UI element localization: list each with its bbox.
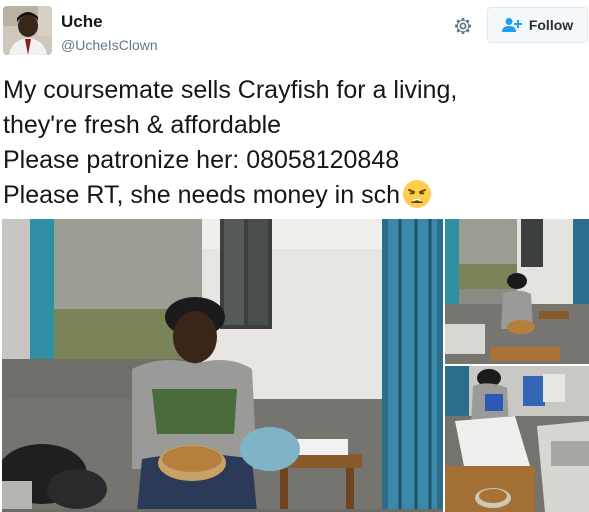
profile-photo xyxy=(3,6,52,55)
tweet-text: My coursemate sells Crayfish for a livin… xyxy=(3,73,587,213)
tweet-line: Please RT, she needs money in sch xyxy=(3,181,400,209)
tweet-line-with-emoji: Please RT, she needs money in sch xyxy=(3,178,587,213)
follow-button[interactable]: Follow xyxy=(487,7,588,43)
user-name[interactable]: Uche xyxy=(61,12,103,32)
tweet-line: My coursemate sells Crayfish for a livin… xyxy=(3,76,458,104)
tweet-photo-top-right[interactable] xyxy=(445,219,589,364)
tweet-line: Please patronize her: 08058120848 xyxy=(3,146,400,174)
tweet-photo-bottom-right[interactable] xyxy=(445,366,589,512)
avatar[interactable] xyxy=(3,6,52,55)
add-user-icon xyxy=(501,17,524,33)
tweet-photo-main[interactable] xyxy=(2,219,443,512)
gear-icon[interactable] xyxy=(451,14,475,38)
follow-label: Follow xyxy=(528,17,574,33)
user-handle[interactable]: @UcheIsClown xyxy=(61,37,158,53)
weary-face-emoji-icon xyxy=(402,179,432,209)
tweet-line: they're fresh & affordable xyxy=(3,111,282,139)
photo-crayfish-seller xyxy=(2,219,443,512)
photo-crayfish-top-right xyxy=(445,219,589,364)
photo-crayfish-bottom-right xyxy=(445,366,589,512)
